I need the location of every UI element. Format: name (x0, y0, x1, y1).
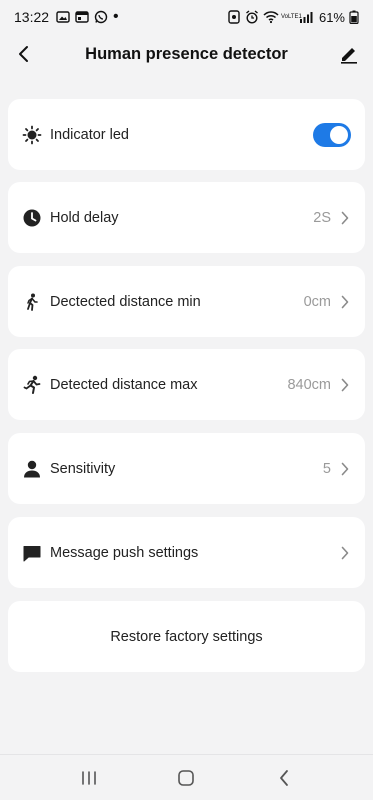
page-title: Human presence detector (85, 44, 288, 63)
calendar-icon (75, 10, 89, 24)
restore-factory-label: Restore factory settings (110, 628, 263, 645)
indicator-led-toggle[interactable] (313, 122, 351, 147)
sensitivity-value: 5 (322, 460, 331, 477)
hold-delay-row[interactable]: Hold delay 2S (8, 182, 365, 253)
battery-percent: 61% (318, 9, 345, 25)
distance-max-value: 840cm (287, 376, 331, 393)
person-icon (22, 459, 42, 479)
edit-button[interactable] (335, 40, 363, 68)
whatsapp-icon (94, 10, 108, 24)
chevron-left-icon (19, 46, 28, 62)
status-time: 13:22 (14, 9, 50, 25)
sensitivity-label: Sensitivity (50, 460, 116, 477)
home-button[interactable] (166, 763, 206, 793)
pencil-icon (341, 48, 357, 64)
navigation-bar (0, 754, 373, 800)
status-right: VoLTE1 61% (227, 10, 363, 25)
indicator-led-row[interactable]: Indicator led (8, 99, 365, 170)
volte-label: VoLTE1 (280, 13, 302, 20)
toggle-knob (330, 125, 348, 144)
message-push-row[interactable]: Message push settings (8, 517, 365, 588)
wifi-icon (263, 10, 279, 24)
chevron-right-icon (339, 461, 351, 477)
message-icon (22, 543, 42, 563)
distance-min-row[interactable]: Dectected distance min 0cm (8, 266, 365, 337)
distance-min-value: 0cm (303, 293, 331, 310)
restore-factory-button[interactable]: Restore factory settings (8, 601, 365, 672)
home-icon (178, 769, 195, 786)
distance-max-row[interactable]: Detected distance max 840cm (8, 349, 365, 420)
walking-person-icon (22, 292, 42, 312)
notification-dot: • (113, 8, 119, 25)
hold-delay-label: Hold delay (50, 209, 119, 226)
running-person-icon (22, 375, 42, 395)
hold-delay-value: 2S (313, 209, 331, 226)
status-left: 13:22 • (14, 8, 119, 26)
sun-icon (22, 125, 42, 145)
status-bar: 13:22 • VoLTE1 61% (0, 0, 373, 34)
gallery-icon (56, 10, 70, 24)
message-push-label: Message push settings (50, 544, 199, 561)
data-saver-icon (227, 10, 241, 24)
recent-apps-icon (82, 770, 96, 785)
chevron-right-icon (339, 545, 351, 561)
distance-max-label: Detected distance max (50, 376, 198, 393)
system-back-button[interactable] (264, 763, 304, 793)
signal-icon (299, 10, 313, 24)
sensitivity-row[interactable]: Sensitivity 5 (8, 433, 365, 504)
back-button[interactable] (10, 40, 38, 68)
recent-apps-button[interactable] (69, 763, 109, 793)
chevron-right-icon (339, 294, 351, 310)
battery-icon (349, 10, 363, 25)
alarm-icon (245, 10, 259, 24)
chevron-right-icon (339, 377, 351, 393)
distance-min-label: Dectected distance min (50, 293, 201, 310)
chevron-right-icon (339, 210, 351, 226)
header: Human presence detector (0, 34, 373, 74)
indicator-led-label: Indicator led (50, 126, 129, 143)
clock-icon (22, 208, 42, 228)
back-arrow-icon (280, 769, 289, 786)
